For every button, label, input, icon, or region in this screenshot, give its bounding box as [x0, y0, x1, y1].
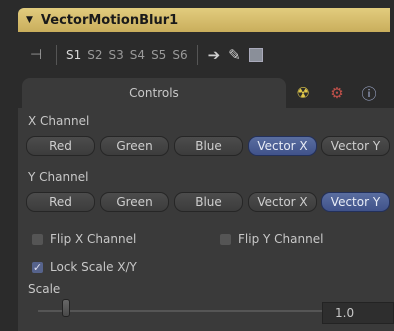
x-channel-green-button[interactable]: Green [100, 136, 169, 156]
check-icon[interactable]: ✓ [32, 261, 43, 273]
info-icon[interactable]: ⓘ [356, 80, 382, 106]
y-channel-vectorx-button[interactable]: Vector X [248, 192, 317, 212]
slot-s1[interactable]: S1 [63, 48, 84, 62]
x-channel-vectorx-button[interactable]: Vector X [248, 136, 317, 156]
toolbar-divider [56, 45, 57, 65]
scale-value: 1.0 [335, 306, 355, 320]
tool-header[interactable]: ▼ VectorMotionBlur1 [18, 8, 390, 32]
scale-slider-handle[interactable] [62, 299, 70, 317]
controls-panel: X Channel Red Green Blue Vector X Vector… [18, 108, 394, 331]
scale-slider-track[interactable] [38, 310, 328, 312]
flip-y-checkbox[interactable]: Flip Y Channel [220, 232, 323, 246]
tool-title: VectorMotionBlur1 [40, 12, 179, 28]
y-channel-red-button[interactable]: Red [26, 192, 95, 212]
gear-icon[interactable]: ⚙ [324, 80, 350, 106]
x-channel-vectory-button[interactable]: Vector Y [321, 136, 390, 156]
flip-y-label: Flip Y Channel [238, 232, 324, 246]
pin-icon[interactable]: ⊣ [30, 47, 50, 63]
y-channel-vectory-button[interactable]: Vector Y [321, 192, 390, 212]
slot-s4[interactable]: S4 [127, 48, 148, 62]
radioactive-icon[interactable]: ☢ [290, 80, 316, 106]
tab-controls-label: Controls [129, 86, 179, 100]
scale-value-field[interactable]: 1.0 [322, 302, 394, 324]
save-icon[interactable] [248, 48, 263, 62]
slot-s3[interactable]: S3 [106, 48, 127, 62]
collapse-arrow-icon[interactable]: ▼ [26, 15, 33, 25]
scale-label: Scale [28, 282, 61, 296]
y-channel-blue-button[interactable]: Blue [174, 192, 243, 212]
flip-x-label: Flip X Channel [50, 232, 137, 246]
slot-s6[interactable]: S6 [169, 48, 190, 62]
lock-scale-checkbox[interactable]: ✓ Lock Scale X/Y [32, 260, 137, 274]
x-channel-label: X Channel [28, 114, 90, 128]
tab-controls[interactable]: Controls [22, 78, 286, 108]
x-channel-blue-button[interactable]: Blue [174, 136, 243, 156]
y-channel-label: Y Channel [28, 170, 89, 184]
x-channel-red-button[interactable]: Red [26, 136, 95, 156]
flip-x-box[interactable] [32, 233, 43, 245]
flip-x-checkbox[interactable]: Flip X Channel [32, 232, 136, 246]
tab-bar: Controls ☢ ⚙ ⓘ [18, 78, 390, 108]
tool-toolbar: ⊣ S1 S2 S3 S4 S5 S6 ➔ ✎ [18, 38, 390, 72]
slot-s2[interactable]: S2 [84, 48, 105, 62]
toolbar-divider [196, 45, 198, 65]
eyedropper-icon[interactable]: ✎ [228, 46, 241, 64]
arrow-right-icon[interactable]: ➔ [208, 46, 221, 64]
slot-s5[interactable]: S5 [148, 48, 169, 62]
flip-y-box[interactable] [220, 233, 231, 245]
lock-scale-label: Lock Scale X/Y [50, 260, 137, 274]
y-channel-green-button[interactable]: Green [100, 192, 169, 212]
